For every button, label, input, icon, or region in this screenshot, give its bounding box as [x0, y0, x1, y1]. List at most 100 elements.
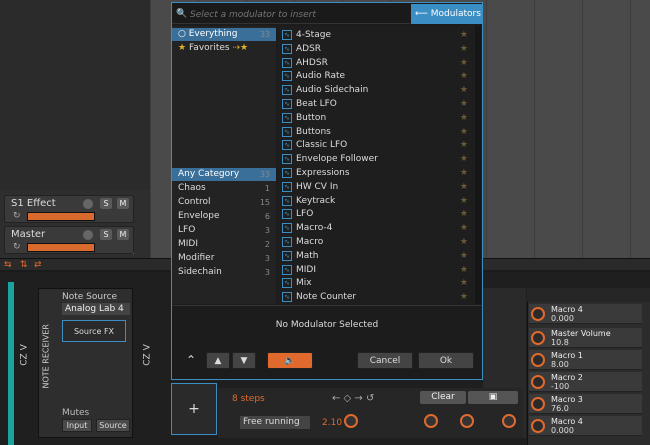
- favorite-star-icon[interactable]: ★: [460, 112, 468, 125]
- category-modifier[interactable]: Modifier 3: [172, 252, 276, 265]
- collapse-icon[interactable]: ⌃: [181, 352, 201, 369]
- macro-item[interactable]: Master Volume 10.8: [529, 328, 642, 348]
- category-midi[interactable]: MIDI 2: [172, 238, 276, 251]
- cube-button[interactable]: ▣: [468, 391, 518, 404]
- phase-knob[interactable]: [424, 414, 438, 428]
- modulator-item[interactable]: ∿ Macro-4 ★: [280, 222, 474, 235]
- track-master[interactable]: Master S M ↻: [4, 226, 134, 254]
- favorite-star-icon[interactable]: ★: [460, 236, 468, 249]
- macro-knob[interactable]: [531, 331, 545, 345]
- sequencer-arrows-icon[interactable]: ← ◇ → ↺: [332, 393, 374, 404]
- macro-item[interactable]: Macro 3 76.0: [529, 394, 642, 414]
- macro-item[interactable]: Macro 1 8.00: [529, 350, 642, 370]
- rate-knob[interactable]: [344, 414, 358, 428]
- add-device-button[interactable]: +: [171, 383, 217, 435]
- modulators-header[interactable]: ⟵ Modulators: [411, 4, 482, 24]
- macro-knob[interactable]: [531, 375, 545, 389]
- modulator-item[interactable]: ∿ Mix ★: [280, 277, 474, 290]
- category-everything[interactable]: ○ Everything 33: [172, 28, 276, 41]
- modulator-item[interactable]: ∿ Expressions ★: [280, 167, 474, 180]
- favorite-star-icon[interactable]: ★: [460, 277, 468, 290]
- favorite-star-icon[interactable]: ★: [460, 167, 468, 180]
- source-fx-button[interactable]: Source FX: [62, 320, 126, 342]
- category-lfo[interactable]: LFO 3: [172, 224, 276, 237]
- favorite-star-icon[interactable]: ★: [460, 195, 468, 208]
- modulator-item[interactable]: ∿ 4-Stage ★: [280, 29, 474, 42]
- mute-input-button[interactable]: Input: [62, 419, 92, 432]
- macro-item[interactable]: Macro 4 0.000: [529, 304, 642, 324]
- favorite-star-icon[interactable]: ★: [460, 181, 468, 194]
- modulator-item[interactable]: ∿ Classic LFO ★: [280, 139, 474, 152]
- favorite-star-icon[interactable]: ★: [460, 153, 468, 166]
- category-favorites[interactable]: ★ Favorites ⇢★: [172, 42, 276, 55]
- category-chaos[interactable]: Chaos 1: [172, 182, 276, 195]
- macro-item[interactable]: Macro 2 -100: [529, 372, 642, 392]
- macro-knob[interactable]: [531, 307, 545, 321]
- ok-button[interactable]: Ok: [418, 352, 474, 369]
- favorite-star-icon[interactable]: ★: [460, 139, 468, 152]
- note-source-select[interactable]: Analog Lab 4: [62, 303, 130, 315]
- modulator-item[interactable]: ∿ Keytrack ★: [280, 195, 474, 208]
- expand-icon[interactable]: ⇆: [4, 260, 12, 270]
- favorite-star-icon[interactable]: ★: [460, 29, 468, 42]
- favorite-star-icon[interactable]: ★: [460, 250, 468, 263]
- routing-icon[interactable]: ⇄: [34, 260, 42, 270]
- modulator-item[interactable]: ∿ Audio Rate ★: [280, 70, 474, 83]
- record-arm-button[interactable]: [83, 199, 93, 209]
- favorite-star-icon[interactable]: ★: [460, 84, 468, 97]
- modulator-item[interactable]: ∿ Beat LFO ★: [280, 98, 474, 111]
- volume-slider[interactable]: [27, 243, 95, 252]
- favorite-star-icon[interactable]: ★: [460, 222, 468, 235]
- category-envelope[interactable]: Envelope 6: [172, 210, 276, 223]
- volume-slider[interactable]: [27, 212, 95, 221]
- mute-source-button[interactable]: Source: [96, 419, 130, 432]
- favorite-star-icon[interactable]: ★: [460, 70, 468, 83]
- modulator-item[interactable]: ∿ Envelope Follower ★: [280, 153, 474, 166]
- macro-knob[interactable]: [531, 353, 545, 367]
- mode-select[interactable]: Free running: [240, 416, 310, 429]
- clear-button[interactable]: Clear: [420, 391, 466, 404]
- link-icon[interactable]: ⇅: [20, 260, 28, 270]
- favorite-star-icon[interactable]: ★: [460, 98, 468, 111]
- preview-audio-button[interactable]: 🔈: [267, 352, 313, 369]
- modulator-item[interactable]: ∿ Math ★: [280, 250, 474, 263]
- category-control[interactable]: Control 15: [172, 196, 276, 209]
- modulator-item[interactable]: ∿ HW CV In ★: [280, 181, 474, 194]
- macro-item[interactable]: Macro 4 0.000: [529, 416, 642, 436]
- search-input[interactable]: [190, 8, 400, 21]
- favorite-star-icon[interactable]: ★: [460, 126, 468, 139]
- favorite-star-icon[interactable]: ★: [460, 208, 468, 221]
- list-scrollbar[interactable]: [475, 26, 481, 304]
- step-count[interactable]: 8 steps: [232, 394, 265, 404]
- favorite-star-icon[interactable]: ★: [460, 43, 468, 56]
- modulator-item[interactable]: ∿ LFO ★: [280, 208, 474, 221]
- track-s1-effect[interactable]: S1 Effect S M ↻: [4, 195, 134, 223]
- move-down-button[interactable]: ▼: [232, 352, 256, 369]
- modulator-item[interactable]: ∿ MIDI ★: [280, 264, 474, 277]
- modulator-item[interactable]: ∿ Audio Sidechain ★: [280, 84, 474, 97]
- shape-knob[interactable]: [460, 414, 474, 428]
- modulator-item[interactable]: ∿ Button ★: [280, 112, 474, 125]
- rate-value[interactable]: 2.10: [322, 418, 342, 428]
- move-up-button[interactable]: ▲: [206, 352, 230, 369]
- mute-button[interactable]: M: [117, 229, 129, 240]
- macro-search[interactable]: [527, 288, 650, 302]
- category-any[interactable]: Any Category 33: [172, 168, 276, 181]
- amount-knob[interactable]: [502, 414, 516, 428]
- cancel-button[interactable]: Cancel: [357, 352, 413, 369]
- modulator-item[interactable]: ∿ Buttons ★: [280, 126, 474, 139]
- macro-knob[interactable]: [531, 397, 545, 411]
- favorite-star-icon[interactable]: ★: [460, 291, 468, 304]
- modulator-item[interactable]: ∿ ADSR ★: [280, 43, 474, 56]
- solo-button[interactable]: S: [100, 229, 112, 240]
- favorite-star-icon[interactable]: ★: [460, 264, 468, 277]
- modulator-item[interactable]: ∿ Note Counter ★: [280, 291, 474, 304]
- mute-button[interactable]: M: [117, 198, 129, 209]
- solo-button[interactable]: S: [100, 198, 112, 209]
- macro-knob[interactable]: [531, 419, 545, 433]
- modulator-item[interactable]: ∿ Macro ★: [280, 236, 474, 249]
- modulator-item[interactable]: ∿ AHDSR ★: [280, 57, 474, 70]
- category-sidechain[interactable]: Sidechain 3: [172, 266, 276, 279]
- favorite-star-icon[interactable]: ★: [460, 57, 468, 70]
- record-arm-button[interactable]: [83, 230, 93, 240]
